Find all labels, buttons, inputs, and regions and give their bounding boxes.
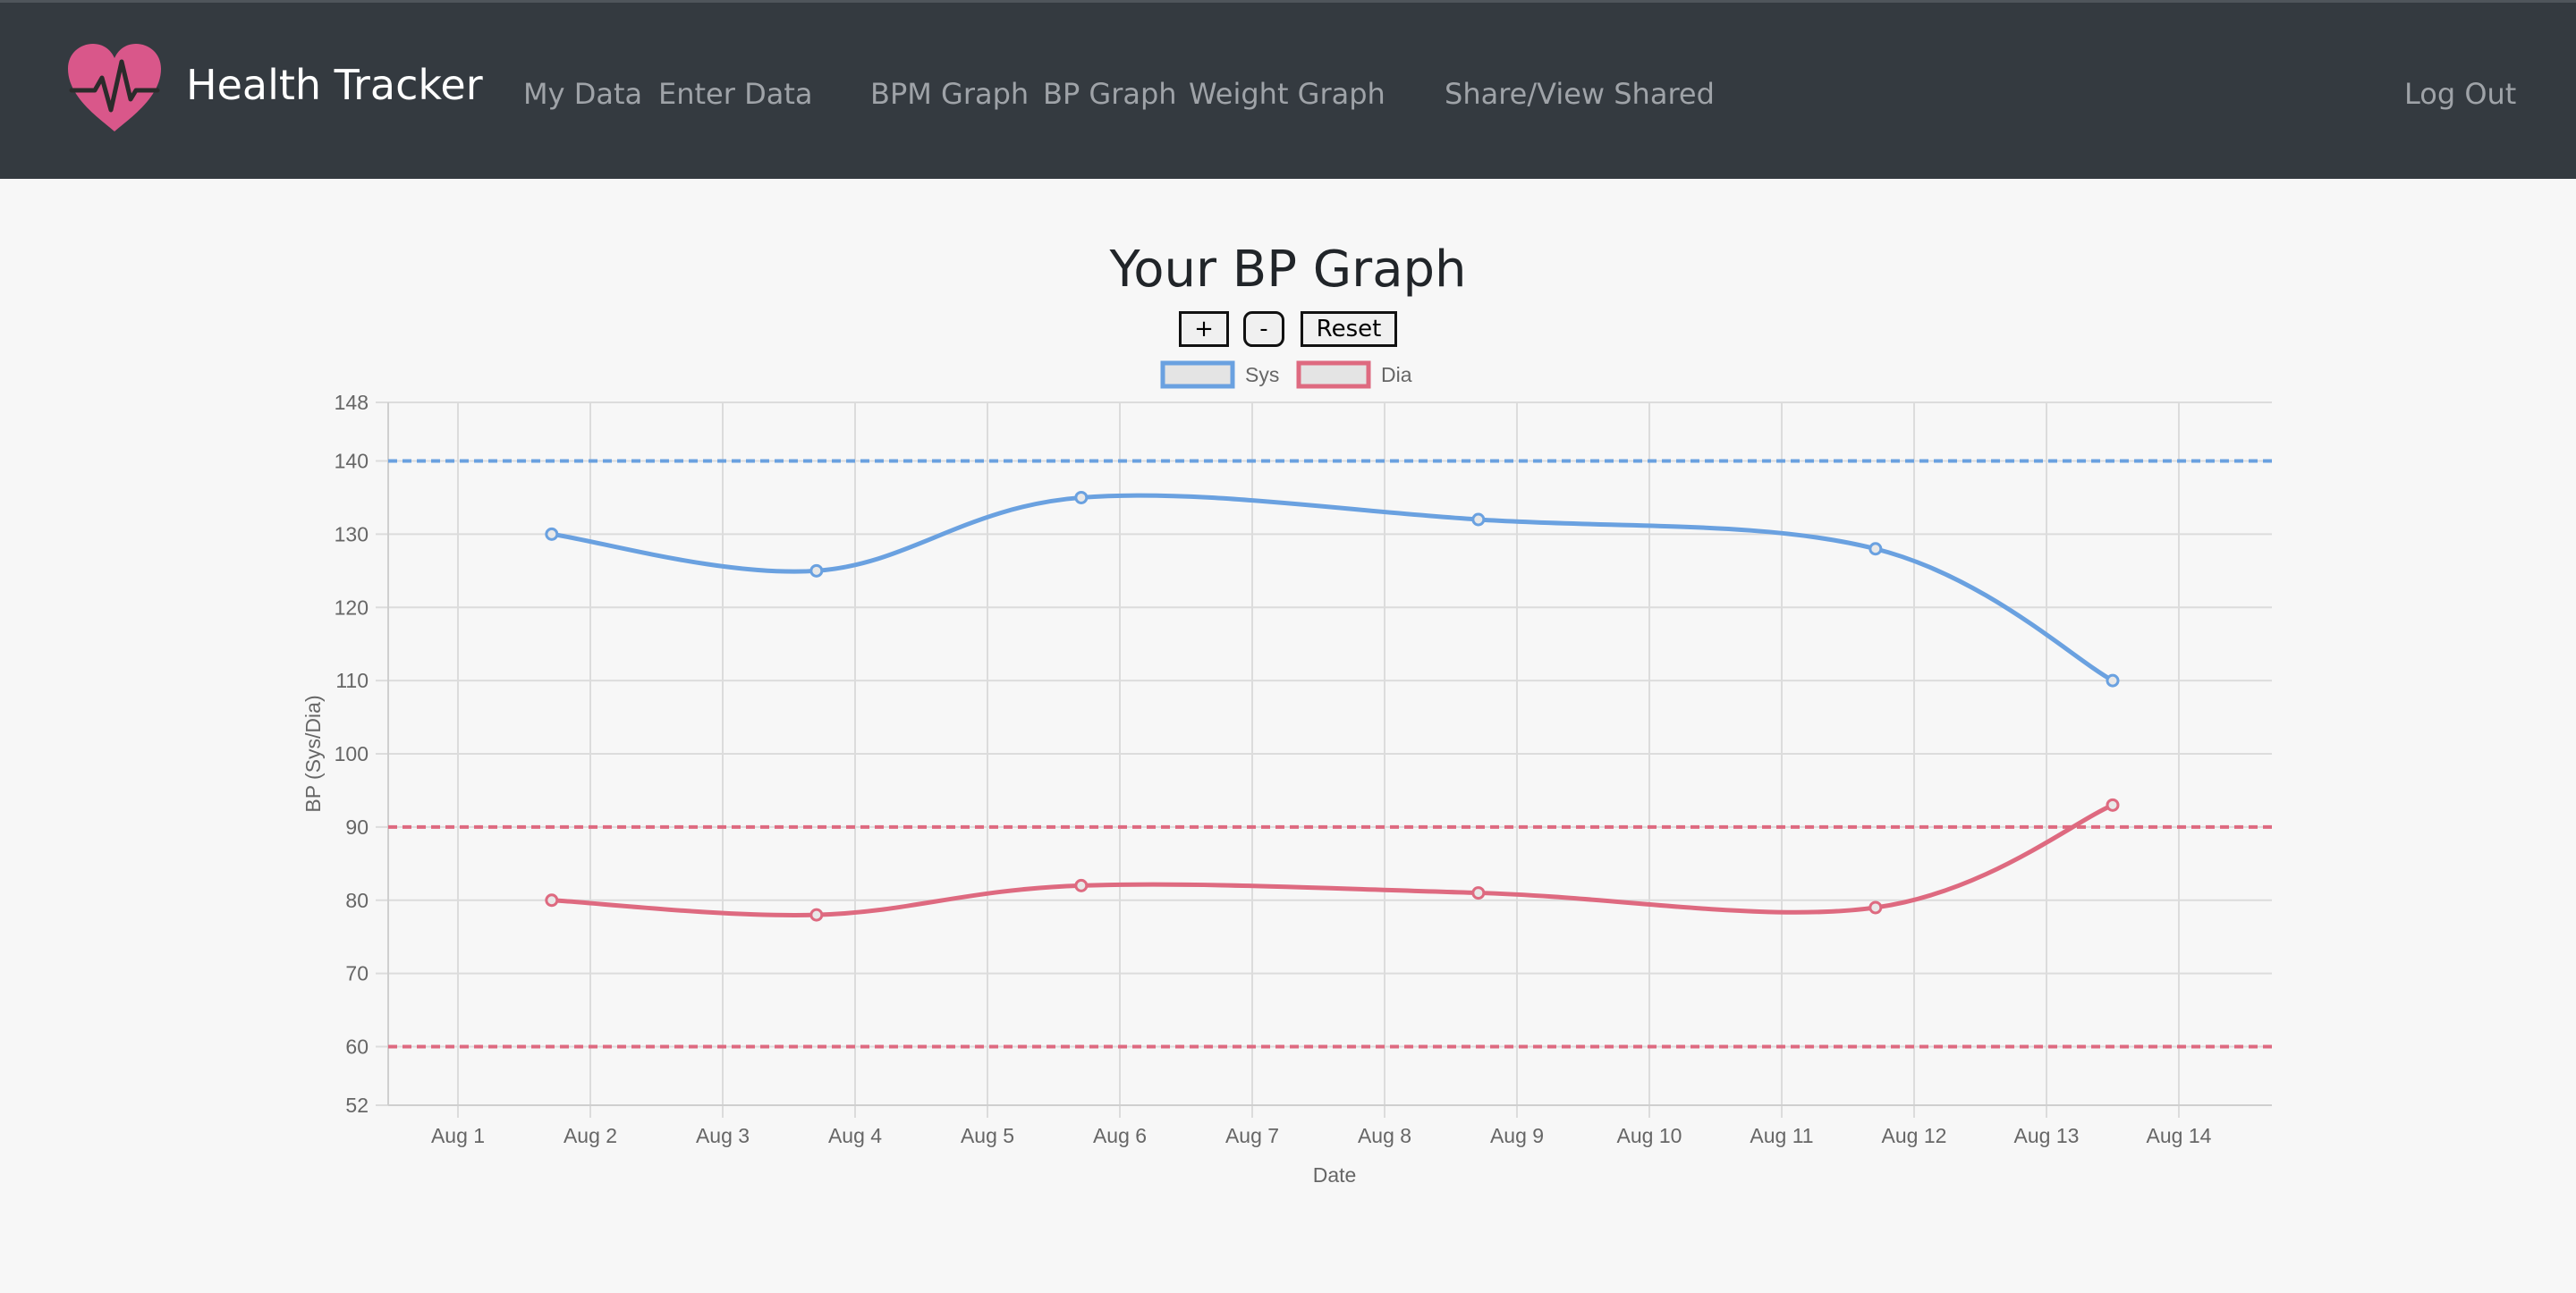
bp-line-chart: 148 140 130 120 110 100 90 80 70 60 52 Aug 1 Aug 2 Au… bbox=[301, 360, 2272, 1187]
data-point-sys bbox=[2106, 673, 2120, 688]
series-line-sys bbox=[551, 493, 2114, 683]
x-tick-label: Aug 1 bbox=[431, 1124, 485, 1147]
x-tick-label: Aug 11 bbox=[1750, 1124, 1813, 1147]
data-point-sys bbox=[1868, 542, 1883, 556]
x-tick-label: Aug 6 bbox=[1093, 1124, 1147, 1147]
x-tick-label: Aug 14 bbox=[2147, 1124, 2212, 1147]
y-tick-label: 148 bbox=[335, 391, 369, 414]
data-point-dia bbox=[1074, 878, 1089, 892]
y-tick-label: 100 bbox=[335, 742, 369, 765]
x-tick-label: Aug 9 bbox=[1490, 1124, 1544, 1147]
x-axis-title: Date bbox=[1313, 1163, 1357, 1187]
y-tick-label: 52 bbox=[345, 1094, 369, 1117]
x-tick-label: Aug 10 bbox=[1617, 1124, 1682, 1147]
y-tick-label: 80 bbox=[345, 889, 369, 912]
y-tick-label: 90 bbox=[345, 816, 369, 839]
y-tick-label: 60 bbox=[345, 1035, 369, 1059]
y-tick-label: 70 bbox=[345, 962, 369, 985]
data-point-dia bbox=[1868, 900, 1883, 915]
data-point-sys bbox=[545, 527, 559, 541]
x-tick-label: Aug 13 bbox=[2014, 1124, 2080, 1147]
legend-label-sys: Sys bbox=[1245, 363, 1279, 386]
legend-swatch-sys bbox=[1160, 360, 1235, 389]
series-line-dia bbox=[551, 803, 2114, 917]
y-tick-label: 120 bbox=[335, 596, 369, 619]
x-tick-label: Aug 8 bbox=[1358, 1124, 1411, 1147]
data-point-sys bbox=[1471, 512, 1486, 527]
x-tick-label: Aug 3 bbox=[696, 1124, 750, 1147]
data-point-sys bbox=[1074, 490, 1089, 504]
data-point-dia bbox=[545, 893, 559, 908]
x-tick-label: Aug 7 bbox=[1225, 1124, 1279, 1147]
data-point-sys bbox=[809, 563, 824, 578]
y-tick-label: 140 bbox=[335, 450, 369, 473]
y-axis-title: BP (Sys/Dia) bbox=[301, 695, 325, 812]
data-point-dia bbox=[2106, 798, 2120, 812]
data-point-dia bbox=[1471, 886, 1486, 900]
y-tick-label: 110 bbox=[335, 669, 369, 692]
x-tick-label: Aug 12 bbox=[1882, 1124, 1947, 1147]
y-tick-label: 130 bbox=[335, 522, 369, 545]
x-tick-label: Aug 4 bbox=[828, 1124, 882, 1147]
x-tick-label: Aug 2 bbox=[564, 1124, 617, 1147]
x-tick-label: Aug 5 bbox=[961, 1124, 1014, 1147]
data-point-dia bbox=[809, 908, 824, 922]
legend-swatch-dia bbox=[1296, 360, 1371, 389]
legend-label-dia: Dia bbox=[1381, 363, 1412, 386]
